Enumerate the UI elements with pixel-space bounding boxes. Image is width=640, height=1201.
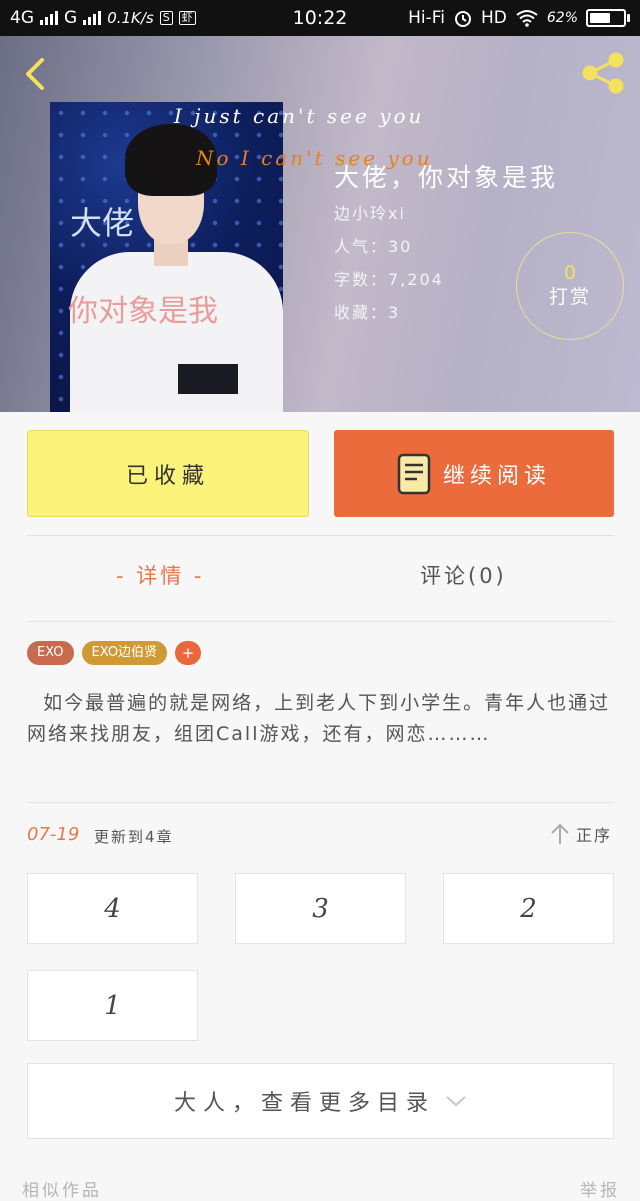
- report-button[interactable]: 举报: [580, 1176, 620, 1201]
- tip-label: 打赏: [548, 286, 591, 308]
- arrow-up-icon: [551, 823, 569, 844]
- cover-caption-2: 你对象是我: [68, 294, 218, 329]
- tip-button[interactable]: 0 打赏: [516, 232, 624, 340]
- tab-comments[interactable]: 评论(0): [420, 560, 507, 600]
- tag-exo-baekhyun[interactable]: EXO边伯贤: [81, 641, 168, 665]
- add-tag-button[interactable]: +: [175, 641, 202, 665]
- chevron-down-icon: [446, 1096, 466, 1107]
- book-header: 大佬 你对象是我 I just can't see you No I can't…: [0, 36, 640, 412]
- status-bar: 4G G 0.1K/s S 虾 10:22 Hi-Fi HD 62%: [0, 0, 640, 36]
- status-right: Hi-Fi HD 62%: [408, 8, 630, 28]
- book-intro: 如今最普遍的就是网络，上到老人下到小学生。青年人也通过网络来找朋友，组团Call…: [27, 688, 614, 750]
- tip-count: 0: [563, 262, 577, 284]
- chapter-item[interactable]: 2: [443, 873, 614, 944]
- chapter-item[interactable]: 4: [27, 873, 198, 944]
- chevron-left-icon: [26, 58, 44, 90]
- share-icon: [582, 52, 624, 94]
- book-intro-text: 如今最普遍的就是网络，上到老人下到小学生。青年人也通过网络来找朋友，组团Call…: [27, 692, 611, 745]
- divider: [27, 621, 614, 622]
- hd-label: HD: [481, 8, 507, 28]
- chapter-item[interactable]: 1: [27, 970, 198, 1041]
- tag-exo[interactable]: EXO: [27, 641, 74, 665]
- sort-order-label: 正序: [575, 826, 612, 845]
- continue-reading-button[interactable]: 继续阅读: [334, 430, 614, 517]
- tag-list: EXO EXO边伯贤 +: [27, 641, 202, 665]
- tab-details[interactable]: - 详情 -: [116, 560, 205, 600]
- similar-works-heading: 相似作品: [22, 1181, 102, 1201]
- collected-label: 已收藏: [125, 463, 210, 489]
- book-icon: [397, 453, 431, 494]
- book-title: 大佬，你对象是我: [334, 163, 559, 192]
- sort-order-button[interactable]: 正序: [550, 822, 612, 846]
- more-chapters-button[interactable]: 大人，查看更多目录: [27, 1063, 614, 1139]
- favorites-stat: 收藏：3: [334, 303, 401, 322]
- cover-caption-1: 大佬: [70, 204, 135, 242]
- more-chapters-label: 大人，查看更多目录: [173, 1091, 435, 1116]
- hifi-label: Hi-Fi: [408, 8, 445, 28]
- popularity-stat: 人气：30: [334, 237, 413, 256]
- back-button[interactable]: [18, 54, 54, 94]
- divider: [27, 802, 614, 803]
- update-status: 更新到4章: [94, 828, 174, 846]
- collected-button[interactable]: 已收藏: [27, 430, 309, 517]
- word-count-stat: 字数：7,204: [334, 270, 444, 289]
- chapter-item[interactable]: 3: [235, 873, 406, 944]
- share-button[interactable]: [580, 50, 628, 96]
- continue-reading-label: 继续阅读: [442, 463, 551, 489]
- author-name[interactable]: 边小玲xi: [334, 200, 406, 224]
- battery-percent: 62%: [546, 10, 578, 26]
- battery-icon: [586, 9, 630, 27]
- cover-lyric-1: I just can't see you: [174, 104, 425, 128]
- alarm-icon: [455, 11, 471, 27]
- update-date: 07-19: [27, 824, 80, 845]
- divider: [27, 535, 614, 536]
- wifi-icon: [516, 10, 538, 27]
